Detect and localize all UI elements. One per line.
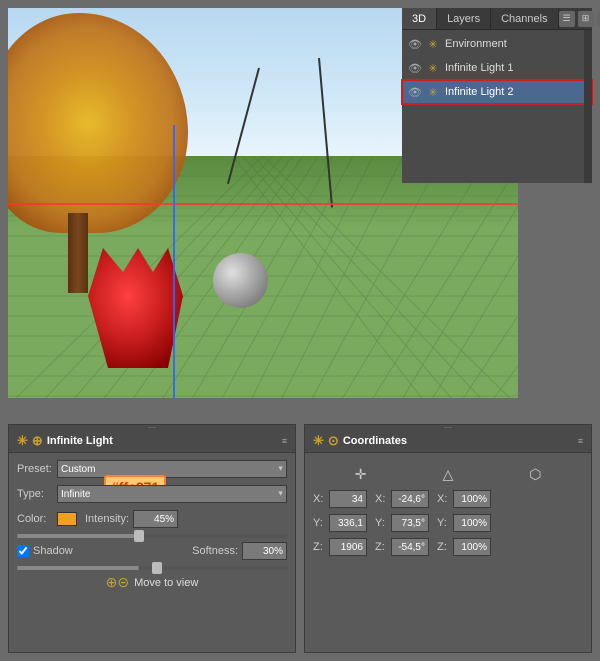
z-axis-label: Z: [313,541,325,553]
layer-infinite-light-2[interactable]: 👁 ✳ Infinite Light 2 [402,80,592,104]
z-percent[interactable]: 100% [453,538,491,556]
coord-icon-sun: ✳ [313,433,324,449]
preset-label: Preset: [17,463,57,475]
layer-eye-il1[interactable]: 👁 [408,61,422,75]
z-position[interactable]: 1906 [329,538,367,556]
type-label: Type: [17,488,57,500]
panel-icon-list[interactable]: ☰ [559,11,575,27]
color-label: Color: [17,513,57,525]
intensity-slider[interactable] [17,534,287,538]
prop-body-right: ✛ △ ⬡ X: 34 X: -24,6° X: 100% Y: 336,1 Y… [305,453,591,567]
move-to-view-btn[interactable]: ⊕⊝ Move to view [17,574,287,591]
shadow-checkbox[interactable] [17,545,29,557]
softness-label: Softness: [192,545,238,557]
x-percent[interactable]: 100% [453,490,491,508]
prop-header-right: ✳ ⊙ Coordinates ≡ [305,429,591,453]
coord-icons-row: ✛ △ ⬡ [313,459,583,489]
bottom-panels: ✳ ⊕ Infinite Light ≡ Preset: Custom #ffc… [0,416,600,661]
right-panel-title: Coordinates [343,435,407,447]
y-pct-label: Y: [437,517,449,529]
prop-header-left: ✳ ⊕ Infinite Light ≡ [9,429,295,453]
preset-select-wrapper: Custom [57,460,287,478]
preset-select[interactable]: Custom [57,460,287,478]
prop-collapse-left[interactable]: ≡ [282,436,287,446]
layer-icon-environment: ✳ [426,37,440,51]
coord-row-x: X: 34 X: -24,6° X: 100% [313,489,583,509]
layer-eye-environment[interactable]: 👁 [408,37,422,51]
layer-list: 👁 ✳ Environment 👁 ✳ Infinite Light 1 👁 ✳… [402,30,592,106]
shadow-label: Shadow [33,545,73,557]
prop-collapse-right[interactable]: ≡ [578,436,583,446]
intensity-label: Intensity: [85,513,129,525]
y-position[interactable]: 336,1 [329,514,367,532]
right-properties-panel: ✳ ⊙ Coordinates ≡ ✛ △ ⬡ X: 34 X: -24,6° … [304,424,592,653]
panel-scrollbar[interactable] [584,30,592,183]
prop-icon-sun: ✳ [17,433,28,449]
layer-icon-il1: ✳ [426,61,440,75]
layer-infinite-light-1[interactable]: 👁 ✳ Infinite Light 1 [402,56,592,80]
type-select-wrapper: Infinite [57,485,287,503]
prop-row-type: Type: Infinite [17,484,287,504]
softness-slider[interactable] [17,566,287,570]
type-select[interactable]: Infinite [57,485,287,503]
y-angle-label: Y: [375,517,387,529]
coord-rotate-icon[interactable]: △ [437,463,459,485]
panel-3d: 3D Layers Channels ☰ ⊞ ⊙ ⊚ 👁 ✳ Environme… [402,8,592,183]
panel-icon-filter[interactable]: ⊞ [578,11,594,27]
layer-eye-il2[interactable]: 👁 [408,85,422,99]
layer-icon-il2: ✳ [426,85,440,99]
x-angle-label: X: [375,493,387,505]
move-icon: ⊕⊝ [106,574,129,591]
x-angle[interactable]: -24,6° [391,490,429,508]
layer-name-il1: Infinite Light 1 [445,62,586,74]
layer-name-environment: Environment [445,38,586,50]
x-axis-label: X: [313,493,325,505]
move-label: Move to view [134,577,198,589]
prop-row-color: Color: Intensity: 45% [17,509,287,529]
y-axis-label: Y: [313,517,325,529]
z-angle[interactable]: -54,5° [391,538,429,556]
coord-row-z: Z: 1906 Z: -54,5° Z: 100% [313,537,583,557]
layer-environment[interactable]: 👁 ✳ Environment [402,32,592,56]
coord-move-icon[interactable]: ✛ [350,463,372,485]
prop-icon-coord: ⊕ [32,433,43,449]
coord-row-y: Y: 336,1 Y: 73,5° Y: 100% [313,513,583,533]
tab-channels[interactable]: Channels [491,8,558,29]
y-angle[interactable]: 73,5° [391,514,429,532]
shadow-checkbox-wrapper: Shadow [17,545,73,557]
tab-layers[interactable]: Layers [437,8,491,29]
x-pct-label: X: [437,493,449,505]
prop-body-left: Preset: Custom #ffc871 Type: Infinite Co… [9,453,295,597]
tab-3d[interactable]: 3D [402,8,437,29]
panel-icon-options[interactable]: ⊙ [597,11,600,27]
coord-scale-icon[interactable]: ⬡ [524,463,546,485]
z-pct-label: Z: [437,541,449,553]
z-angle-label: Z: [375,541,387,553]
color-swatch[interactable] [57,512,77,526]
softness-input[interactable]: 30% [242,542,287,560]
intensity-input[interactable]: 45% [133,510,178,528]
x-position[interactable]: 34 [329,490,367,508]
panel-tabs: 3D Layers Channels ☰ ⊞ ⊙ ⊚ [402,8,592,30]
y-percent[interactable]: 100% [453,514,491,532]
left-panel-title: Infinite Light [47,435,113,447]
layer-name-il2: Infinite Light 2 [445,86,586,98]
prop-row-shadow: Shadow Softness: 30% [17,541,287,561]
coord-icon-sym: ⊙ [328,433,339,449]
left-properties-panel: ✳ ⊕ Infinite Light ≡ Preset: Custom #ffc… [8,424,296,653]
